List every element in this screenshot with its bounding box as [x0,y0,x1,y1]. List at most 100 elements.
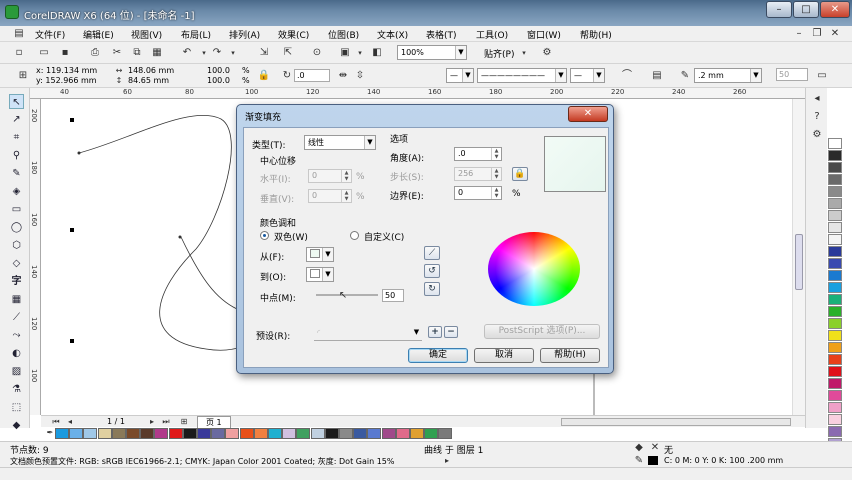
polygon-tool-icon[interactable]: ⬡ [9,238,24,253]
zoom-tool-icon[interactable]: ⚲ [9,148,24,163]
docker-collapse-icon[interactable]: ◂ [810,92,824,106]
vertical-field[interactable]: 0 ▲ ▼ [308,189,352,203]
eyedropper-tool-icon[interactable]: ⚗ [9,382,24,397]
menu-text[interactable]: 文本(X) [377,28,408,41]
edge-icon[interactable]: ▭ [815,69,829,83]
palette-swatch[interactable] [438,428,453,439]
undo-icon[interactable]: ↶ [180,46,194,60]
search-icon[interactable]: ⊙ [310,46,324,60]
clockwise-blend-button[interactable]: ↻ [424,282,440,296]
transparency-tool-icon[interactable]: ▨ [9,364,24,379]
close-curve-icon[interactable]: ⌒ [620,69,634,83]
welcome-icon[interactable]: ◧ [370,46,384,60]
options-icon[interactable]: ⚙ [540,46,554,60]
color-profile-info[interactable]: 文档颜色预置文件: RGB: sRGB IEC61966-2.1; CMYK: … [10,456,394,467]
palette-swatch[interactable] [69,428,84,439]
export-icon[interactable]: ⇱ [281,46,295,60]
undo-dropdown-icon[interactable]: ▾ [197,46,211,60]
redo-icon[interactable]: ↷ [210,46,224,60]
lock-ratio-icon[interactable]: 🔒 [257,69,271,83]
palette-swatch[interactable] [828,162,842,173]
ellipse-tool-icon[interactable]: ◯ [9,220,24,235]
palette-swatch[interactable] [395,428,410,439]
y-position[interactable]: y: 152.966 mm [36,76,97,85]
redo-dropdown-icon[interactable]: ▾ [226,46,240,60]
height-value[interactable]: 84.65 mm [128,76,169,85]
launcher-dropdown-icon[interactable]: ▾ [353,46,367,60]
paste-icon[interactable]: ▦ [150,46,164,60]
horizontal-ruler[interactable]: 40 60 80 100 120 140 160 180 200 220 240… [30,88,805,99]
to-color-picker[interactable]: ▼ [306,267,334,282]
palette-swatch[interactable] [828,270,842,281]
menu-bitmaps[interactable]: 位图(B) [328,28,359,41]
palette-swatch[interactable] [828,222,842,233]
freehand-tool-icon[interactable]: ✎ [9,166,24,181]
line-style-combo[interactable]: ———————— ▼ [477,68,567,83]
palette-swatch[interactable] [97,428,112,439]
palette-swatch[interactable] [211,428,226,439]
counterclockwise-blend-button[interactable]: ↺ [424,264,440,278]
rotation-field[interactable]: .0 [294,69,330,82]
two-color-radio[interactable] [260,231,269,240]
cut-icon[interactable]: ✂ [110,46,124,60]
steps-lock-button[interactable]: 🔒 [512,167,528,181]
text-tool-icon[interactable]: 字 [9,274,24,289]
palette-swatch[interactable] [339,428,353,439]
dimension-tool-icon[interactable]: ⟋ [9,310,24,325]
smart-fill-icon[interactable]: ◈ [9,184,24,199]
cancel-button[interactable]: 取消 [474,348,534,363]
blend-tool-icon[interactable]: ◐ [9,346,24,361]
palette-swatch[interactable] [310,428,325,439]
smoothing-field[interactable]: 50 [776,68,808,81]
hints-icon[interactable]: ? [810,110,824,124]
palette-swatch[interactable] [168,428,183,439]
copy-icon[interactable]: ⧉ [130,46,144,60]
custom-radio[interactable] [350,231,359,240]
dialog-close-button[interactable]: ✕ [568,106,608,122]
add-page-icon[interactable]: ⊞ [177,415,191,429]
palette-swatch[interactable] [828,282,842,293]
palette-swatch[interactable] [828,138,842,149]
palette-swatch[interactable] [367,428,382,439]
print-icon[interactable]: ⎙ [88,46,102,60]
horizontal-scroll-track[interactable] [561,418,791,426]
scale-x-value[interactable]: 100.0 [207,66,230,75]
palette-swatch[interactable] [83,428,98,439]
prev-page-icon[interactable]: ◂ [63,415,77,429]
remove-preset-button[interactable]: − [444,326,458,338]
scale-y-value[interactable]: 100.0 [207,76,230,85]
custom-label[interactable]: 自定义(C) [364,230,404,243]
two-color-label[interactable]: 双色(W) [274,230,308,243]
end-arrow-combo[interactable]: — ▼ [570,68,605,83]
outline-width-combo[interactable]: .2 mm ▼ [694,68,762,83]
zoom-combo[interactable]: 100% ▼ [397,45,467,60]
menu-table[interactable]: 表格(T) [426,28,457,41]
direct-blend-button[interactable]: ⟋ [424,246,440,260]
gradient-preview[interactable] [544,136,606,192]
palette-swatch[interactable] [282,428,297,439]
add-preset-button[interactable]: + [428,326,442,338]
palette-swatch[interactable] [828,198,842,209]
palette-swatch[interactable] [353,428,368,439]
width-value[interactable]: 148.06 mm [128,66,174,75]
open-icon[interactable]: ▭ [37,46,51,60]
palette-swatch[interactable] [828,414,842,425]
palette-swatch[interactable] [324,428,339,439]
palette-swatch[interactable] [828,378,842,389]
palette-swatch[interactable] [424,428,439,439]
palette-swatch[interactable] [182,428,197,439]
fill-tool-icon[interactable]: ◆ [9,418,24,433]
help-button[interactable]: 帮助(H) [540,348,600,363]
palette-swatch[interactable] [828,330,842,341]
type-select[interactable]: 线性 ▼ [304,135,376,150]
pick-tool-icon[interactable]: ↖ [9,94,24,109]
palette-swatch[interactable] [268,428,282,439]
last-page-icon[interactable]: ⏭ [159,415,173,429]
vertical-ruler[interactable]: 200 180 160 140 120 100 [30,99,41,415]
palette-swatch[interactable] [828,390,842,401]
menu-help[interactable]: 帮助(H) [580,28,612,41]
mirror-h-icon[interactable]: ⇹ [336,69,350,83]
palette-swatch[interactable] [828,402,842,413]
palette-swatch[interactable] [828,258,842,269]
palette-swatch[interactable] [828,186,842,197]
